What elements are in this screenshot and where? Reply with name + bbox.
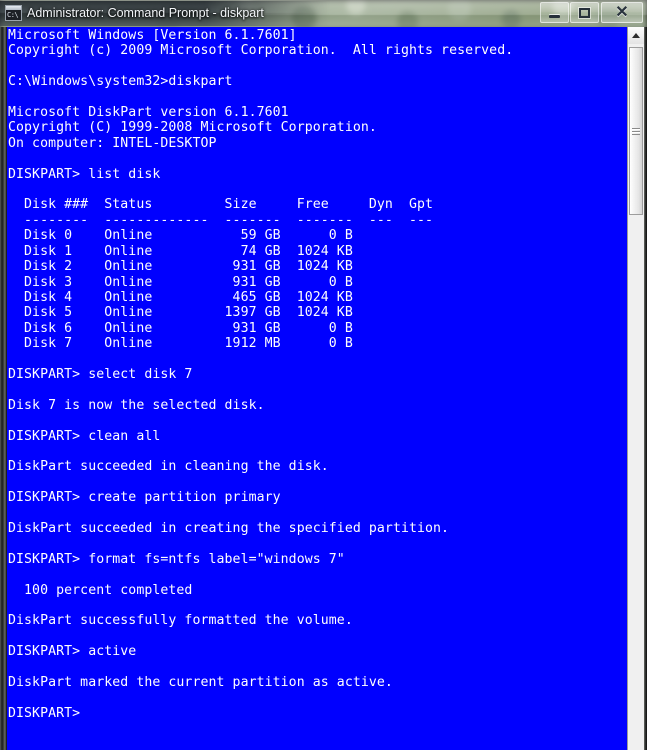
scrollbar-track-lower[interactable] [628,217,644,750]
console-line: DiskPart successfully formatted the volu… [8,613,353,629]
console-line: DISKPART> [8,705,81,721]
console-line: DiskPart succeeded in cleaning the disk. [8,459,329,475]
console-line: Disk 0 Online 59 GB 0 B [8,228,353,244]
scroll-up-button[interactable] [628,27,644,44]
console-line: On computer: INTEL-DESKTOP [8,135,217,151]
maximize-icon [579,7,590,18]
console-line: Disk ### Status Size Free Dyn Gpt [8,197,434,213]
console-text: Microsoft Windows [Version 6.1.7601] Copy… [8,28,513,721]
icon-prompt-glyph: C:\ [7,11,19,19]
console-line: DISKPART> create partition primary [8,490,281,506]
console-line: DISKPART> format fs=ntfs label="windows … [8,551,345,567]
close-button[interactable]: ✕ [601,2,643,23]
console-line: C:\Windows\system32>diskpart [8,74,233,90]
console-line: DISKPART> select disk 7 [8,366,193,382]
close-icon: ✕ [615,3,629,21]
console-line: Disk 3 Online 931 GB 0 B [8,274,353,290]
minimize-icon [549,14,560,18]
console-output-area[interactable]: Microsoft Windows [Version 6.1.7601] Copy… [7,27,627,750]
command-prompt-window: C:\ Administrator: Command Prompt - disk… [0,0,647,750]
window-body: Microsoft Windows [Version 6.1.7601] Copy… [0,27,647,750]
console-line: Disk 4 Online 465 GB 1024 KB [8,289,353,305]
console-line: Disk 7 Online 1912 MB 0 B [8,336,353,352]
console-line: DiskPart succeeded in creating the speci… [8,521,450,536]
window-title: Administrator: Command Prompt - diskpart [27,6,264,20]
console-line: -------- ------------- ------- ------- -… [8,212,434,228]
command-prompt-icon: C:\ [5,5,22,21]
console-line: DiskPart marked the current partition as… [8,675,393,691]
scroll-thumb[interactable] [629,47,643,215]
console-line: Disk 2 Online 931 GB 1024 KB [8,259,353,275]
vertical-scrollbar[interactable] [627,27,644,750]
title-bar[interactable]: C:\ Administrator: Command Prompt - disk… [0,0,647,27]
console-line: Disk 7 is now the selected disk. [8,397,265,413]
console-line: Microsoft DiskPart version 6.1.7601 [8,105,289,121]
console-line: Disk 1 Online 74 GB 1024 KB [8,243,353,259]
icon-titlebar-strip [6,6,21,10]
console-line: DISKPART> clean all [8,428,161,444]
console-line: Copyright (C) 1999-2008 Microsoft Corpor… [8,120,377,136]
console-line: Copyright (c) 2009 Microsoft Corporation… [8,43,514,59]
scroll-thumb-grip-icon [632,127,640,135]
console-line: 100 percent completed [8,582,193,598]
console-line: DISKPART> active [8,644,137,660]
console-line: DISKPART> list disk [8,166,161,182]
console-line: Microsoft Windows [Version 6.1.7601] [8,28,297,43]
minimize-button[interactable] [540,2,569,23]
scroll-up-arrow-icon [632,33,640,38]
console-line: Disk 6 Online 931 GB 0 B [8,320,353,336]
maximize-button[interactable] [570,2,599,23]
console-line: Disk 5 Online 1397 GB 1024 KB [8,305,353,321]
screenshot-root: C:\ Administrator: Command Prompt - disk… [0,0,647,750]
